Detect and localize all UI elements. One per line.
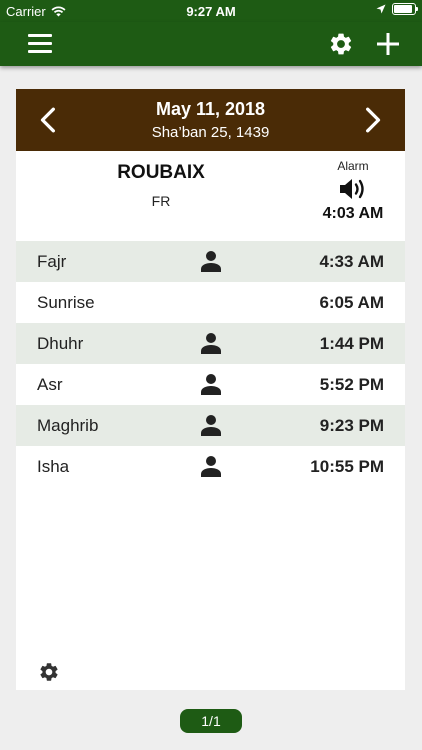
card-settings-gear-icon[interactable] — [38, 661, 60, 683]
chevron-right-icon[interactable] — [359, 107, 385, 133]
prayer-time: 10:55 PM — [310, 456, 384, 476]
person-icon[interactable] — [199, 331, 223, 355]
alarm-time: 4:03 AM — [322, 205, 384, 222]
page-indicator-label: 1/1 — [201, 713, 221, 729]
battery-icon — [392, 3, 418, 15]
prayer-name: Dhuhr — [37, 333, 84, 353]
page-indicator[interactable]: 1/1 — [180, 709, 242, 733]
hijri-date: Sha’ban 25, 1439 — [151, 124, 270, 141]
prayer-name: Asr — [37, 374, 63, 394]
settings-gear-icon[interactable] — [328, 31, 354, 57]
prayer-row-maghrib[interactable]: Maghrib 9:23 PM — [16, 405, 405, 446]
person-icon[interactable] — [199, 249, 223, 273]
person-icon[interactable] — [199, 413, 223, 437]
add-plus-icon[interactable] — [376, 32, 400, 56]
status-time: 9:27 AM — [186, 4, 236, 19]
prayer-row-sunrise[interactable]: Sunrise 6:05 AM — [16, 282, 405, 323]
prayer-row-dhuhr[interactable]: Dhuhr 1:44 PM — [16, 323, 405, 364]
nav-bar — [0, 22, 422, 66]
alarm-label: Alarm — [337, 159, 369, 173]
prayer-name: Fajr — [37, 251, 67, 271]
prayer-times-card: May 11, 2018 Sha’ban 25, 1439 ROUBAIX FR… — [16, 89, 405, 690]
prayer-time: 6:05 AM — [319, 292, 384, 312]
speaker-icon[interactable] — [338, 176, 368, 202]
date-header: May 11, 2018 Sha’ban 25, 1439 — [16, 89, 405, 151]
prayer-name: Isha — [37, 456, 70, 476]
gregorian-date: May 11, 2018 — [155, 99, 266, 119]
prayer-row-fajr[interactable]: Fajr 4:33 AM — [16, 241, 405, 282]
prayer-time: 5:52 PM — [319, 374, 384, 394]
prayer-time: 9:23 PM — [319, 415, 384, 435]
status-right — [376, 3, 418, 15]
prayer-name: Sunrise — [37, 292, 95, 312]
city-name: ROUBAIX — [117, 162, 205, 183]
country-code: FR — [151, 193, 171, 209]
person-icon[interactable] — [199, 372, 223, 396]
prayer-list: Fajr 4:33 AM Sunrise 6:05 AM Dhuhr 1:44 … — [16, 241, 405, 487]
status-bar: Carrier 9:27 AM — [0, 0, 422, 22]
prayer-time: 1:44 PM — [319, 333, 384, 353]
prayer-time: 4:33 AM — [319, 251, 384, 271]
prayer-row-isha[interactable]: Isha 10:55 PM — [16, 446, 405, 487]
chevron-left-icon[interactable] — [36, 107, 62, 133]
prayer-row-asr[interactable]: Asr 5:52 PM — [16, 364, 405, 405]
person-icon[interactable] — [199, 454, 223, 478]
location-block: ROUBAIX FR Alarm 4:03 AM — [16, 151, 405, 241]
location-arrow-icon — [376, 4, 386, 14]
menu-icon[interactable] — [28, 34, 52, 54]
alarm-block[interactable]: Alarm 4:03 AM — [317, 159, 389, 223]
prayer-name: Maghrib — [37, 415, 99, 435]
